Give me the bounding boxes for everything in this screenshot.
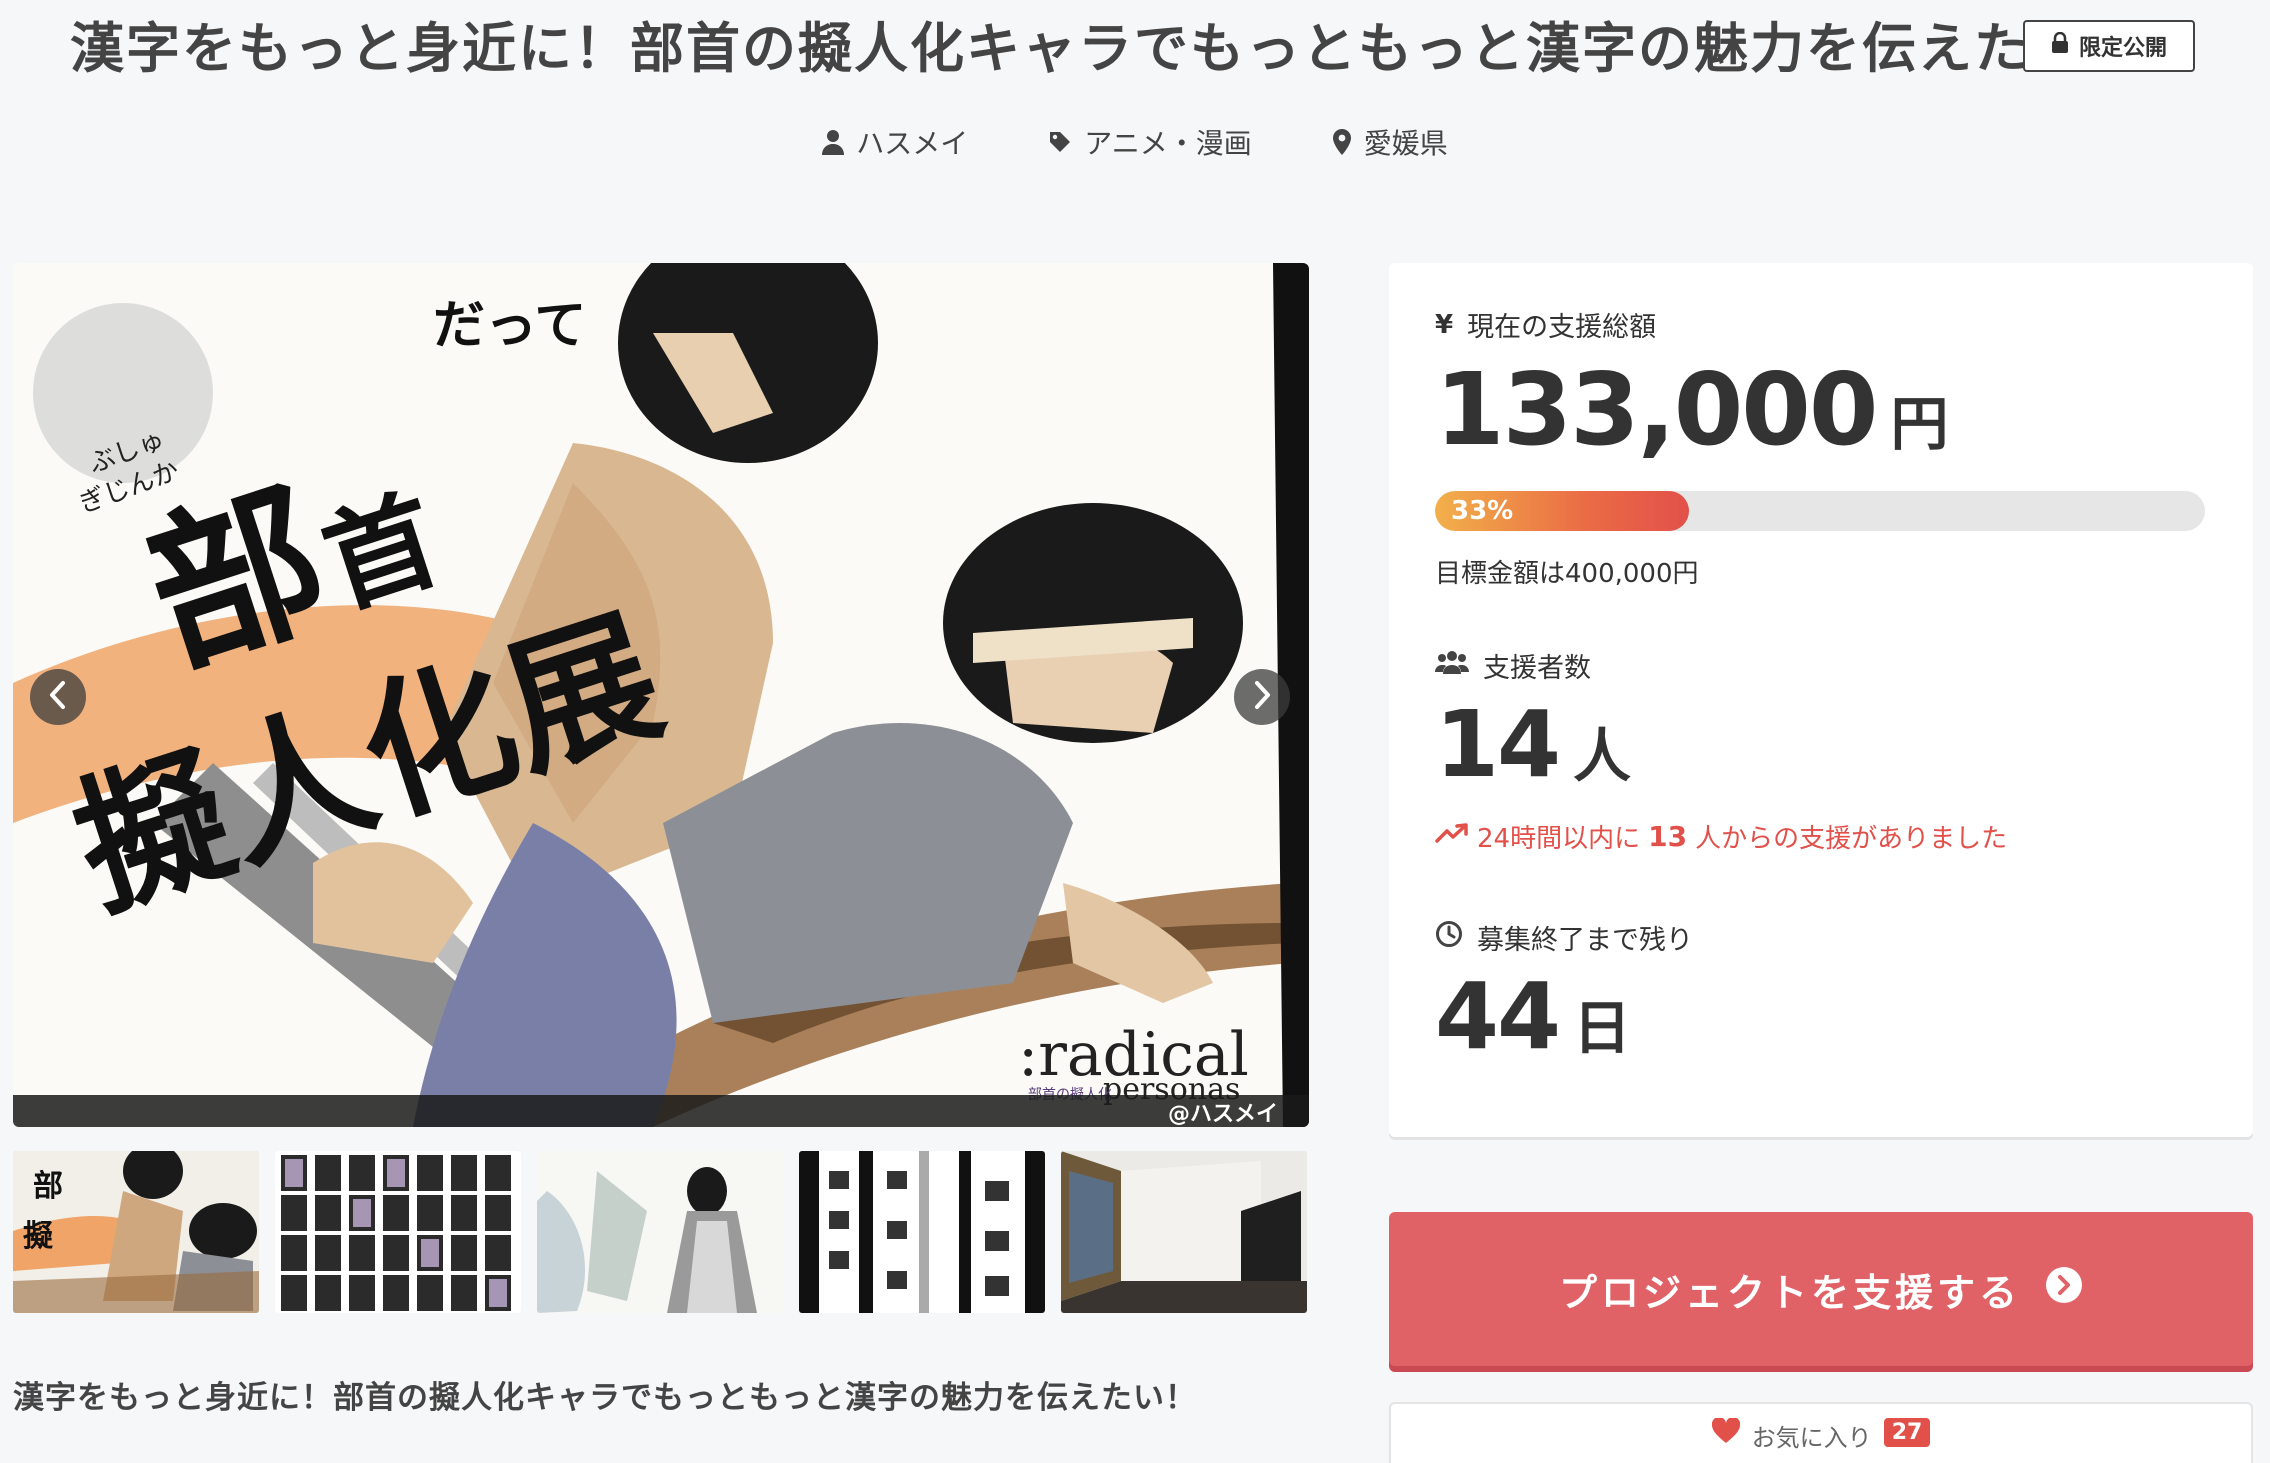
project-subtitle: 漢字をもっと身近に！部首の擬人化キャラでもっともっと漢字の魅力を伝えたい！: [13, 1380, 1197, 1416]
hero-image[interactable]: 部 首 だって 擬人化展 ぶしゅ ぎじんか :radical personas …: [13, 263, 1309, 1127]
progress-label: 33%: [1451, 496, 1514, 526]
trend-suffix: 人からの支援がありました: [1695, 824, 2008, 854]
thumbnail-3[interactable]: [537, 1151, 783, 1313]
favorite-count-badge: 27: [1883, 1418, 1931, 1447]
yen-icon: ¥: [1435, 309, 1454, 340]
favorite-button[interactable]: お気に入り 27: [1389, 1402, 2253, 1463]
carousel-next-button[interactable]: [1234, 669, 1290, 725]
amount-label: 現在の支援総額: [1467, 312, 1657, 343]
thumbnail-4[interactable]: [799, 1151, 1045, 1313]
hero-credit: @ハスメイ: [1168, 1102, 1278, 1127]
progress-fill: 33%: [1435, 491, 1690, 531]
author-name: ハスメイ: [856, 127, 969, 160]
backers-label-row: 支援者数: [1435, 646, 1591, 685]
remaining-label-row: 募集終了まで残り: [1435, 918, 1693, 957]
clock-icon: [1435, 920, 1463, 955]
location-link[interactable]: 愛媛県: [1332, 122, 1448, 162]
backers-value-row: 14 人: [1435, 691, 1631, 798]
location-name: 愛媛県: [1363, 127, 1448, 160]
funding-stats-panel: ¥ 現在の支援総額 133,000 円 33% 目標金額は400,000円 支援…: [1389, 263, 2253, 1137]
amount-value: 133,000: [1435, 351, 1878, 468]
svg-text:部: 部: [33, 1169, 63, 1204]
svg-text:擬: 擬: [23, 1219, 53, 1254]
thumbnail-5[interactable]: [1061, 1151, 1307, 1313]
trend-prefix: 24時間以内に: [1477, 824, 1641, 854]
hero-illustration: 部 首 だって 擬人化展 ぶしゅ ぎじんか :radical personas …: [13, 263, 1309, 1127]
category-name: アニメ・漫画: [1084, 127, 1252, 160]
chevron-right-icon: [1251, 680, 1273, 714]
page-title: 漢字をもっと身近に！部首の擬人化キャラでもっともっと漢字の魅力を伝えたい！: [70, 17, 2142, 80]
trend-number: 13: [1648, 820, 1688, 853]
backers-value: 14: [1435, 691, 1561, 798]
hero-datte: だって: [433, 296, 586, 356]
thumbnail-1[interactable]: 部 擬: [13, 1151, 259, 1313]
thumbnail-strip: 部 擬: [13, 1151, 1309, 1313]
amount-unit: 円: [1890, 390, 1949, 458]
amount-label-row: ¥ 現在の支援総額: [1435, 305, 1656, 344]
backers-label: 支援者数: [1483, 653, 1591, 684]
progress-bar: 33%: [1435, 491, 2205, 531]
chevron-left-icon: [47, 680, 69, 714]
thumbnail-2[interactable]: [275, 1151, 521, 1313]
badge-label: 限定公開: [2078, 36, 2167, 61]
project-meta: ハスメイ アニメ・漫画 愛媛県: [0, 122, 2270, 162]
remaining-value-row: 44 日: [1435, 963, 1631, 1070]
remaining-label: 募集終了まで残り: [1477, 925, 1693, 956]
recent-support-notice: 24時間以内に 13 人からの支援がありました: [1435, 818, 2007, 855]
remaining-unit: 日: [1573, 994, 1632, 1062]
favorite-label: お気に入り: [1751, 1424, 1872, 1452]
amount-value-row: 133,000 円: [1435, 351, 1948, 468]
limited-public-badge: 限定公開: [2023, 20, 2195, 72]
support-project-button[interactable]: プロジェクトを支援する: [1389, 1212, 2253, 1366]
tag-icon: [1048, 130, 1072, 154]
remaining-value: 44: [1435, 963, 1561, 1070]
lock-icon: [2051, 31, 2069, 60]
arrow-circle-right-icon: [2045, 1266, 2083, 1313]
goal-amount: 目標金額は400,000円: [1435, 559, 1699, 589]
user-icon: [822, 129, 845, 155]
trending-up-icon: [1435, 822, 1469, 852]
author-link[interactable]: ハスメイ: [822, 122, 968, 162]
carousel-prev-button[interactable]: [30, 669, 86, 725]
users-icon: [1435, 650, 1469, 681]
heart-icon: [1711, 1416, 1740, 1450]
support-button-label: プロジェクトを支援する: [1558, 1270, 2021, 1315]
backers-unit: 人: [1573, 722, 1632, 790]
category-link[interactable]: アニメ・漫画: [1048, 122, 1252, 162]
location-pin-icon: [1332, 129, 1352, 155]
